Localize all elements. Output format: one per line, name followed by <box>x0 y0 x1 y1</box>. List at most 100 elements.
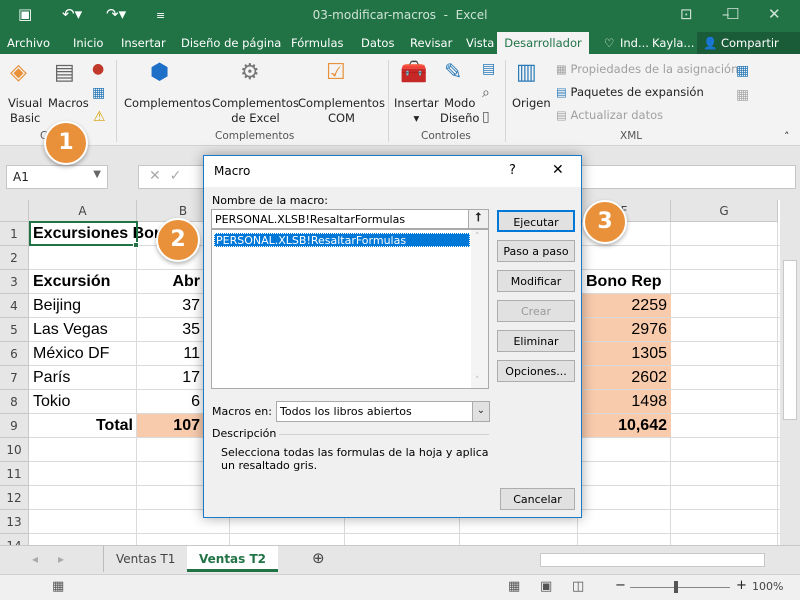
list-scrollbar[interactable]: ˄ ˅ <box>471 230 488 388</box>
step-into-button[interactable]: Paso a paso <box>497 240 575 262</box>
insert-control-button[interactable]: Insertar ▾ <box>394 96 439 126</box>
refresh-data-button[interactable]: ▤ Actualizar datos <box>556 108 663 123</box>
help-button[interactable]: ? <box>509 163 516 178</box>
import-icon[interactable]: ▦ <box>736 58 749 84</box>
map-properties-button[interactable]: ▦ Propiedades de la asignación <box>556 62 738 77</box>
close-icon[interactable]: ✕ <box>768 5 781 23</box>
macros-button[interactable]: Macros <box>48 96 89 111</box>
macro-name-input[interactable]: PERSONAL.XLSB!ResaltarFormulas ⭡ <box>211 209 489 229</box>
edit-button[interactable]: Modificar <box>497 270 575 292</box>
row-header[interactable]: 12 <box>0 486 29 510</box>
cell-f-value[interactable]: 2259 <box>582 294 671 318</box>
cell-city[interactable]: Las Vegas <box>29 318 108 342</box>
cell-b-value[interactable]: 6 <box>137 390 204 414</box>
tab-formulas[interactable]: Fórmulas <box>291 36 344 50</box>
user-name[interactable]: Kayla... <box>652 36 694 50</box>
relative-references-icon[interactable]: ▦ <box>92 80 105 106</box>
tab-archivo[interactable]: Archivo <box>7 36 50 50</box>
com-add-ins-button[interactable]: Complementos COM <box>298 96 385 126</box>
close-icon[interactable]: ✕ <box>552 162 564 178</box>
expansion-packs-button[interactable]: ▤ Paquetes de expansión <box>556 85 704 100</box>
scroll-up-icon[interactable]: ˄ <box>475 232 480 242</box>
fill-handle[interactable] <box>133 242 139 248</box>
cell-f-value[interactable]: 1305 <box>582 342 671 366</box>
undo-icon[interactable]: ↶▾ <box>62 5 82 23</box>
vertical-scrollbar[interactable] <box>780 200 800 545</box>
cell-total-b[interactable]: 107 <box>137 414 204 438</box>
row-header[interactable]: 14 <box>0 534 29 545</box>
sheet-tab-ventas-t1[interactable]: Ventas T1 <box>103 546 189 572</box>
row-header[interactable]: 6 <box>0 342 29 366</box>
zoom-out-icon[interactable]: − <box>615 578 626 593</box>
create-button[interactable]: Crear <box>497 300 575 322</box>
run-dialog-icon[interactable]: ▯ <box>482 104 490 130</box>
options-button[interactable]: Opciones... <box>497 360 575 382</box>
tab-desarrollador[interactable]: Desarrollador <box>497 32 589 54</box>
column-header[interactable]: G <box>671 200 778 222</box>
origen-button[interactable]: Origen <box>512 96 551 111</box>
scroll-down-icon[interactable]: ˅ <box>475 376 480 386</box>
row-header[interactable]: 3 <box>0 270 29 294</box>
cell-f-value[interactable]: 2602 <box>582 366 671 390</box>
visual-basic-button[interactable]: Visual Basic <box>8 96 42 126</box>
row-header[interactable]: 13 <box>0 510 29 534</box>
row-header[interactable]: 11 <box>0 462 29 486</box>
enter-icon[interactable]: ✓ <box>170 168 182 184</box>
cell-city[interactable]: Beijing <box>29 294 81 318</box>
row-header[interactable]: 10 <box>0 438 29 462</box>
record-macro-icon[interactable]: ● <box>92 56 104 82</box>
tab-datos[interactable]: Datos <box>361 36 394 50</box>
cell-total-label[interactable]: Total <box>29 414 137 438</box>
cell-city[interactable]: Tokio <box>29 390 70 414</box>
cell-b-value[interactable]: 35 <box>137 318 204 342</box>
maximize-icon[interactable]: ☐ <box>726 5 739 23</box>
row-header[interactable]: 5 <box>0 318 29 342</box>
cancel-button[interactable]: Cancelar <box>500 488 575 510</box>
page-layout-icon[interactable]: ▣ <box>540 579 552 594</box>
macro-recording-icon[interactable]: ▦ <box>52 579 64 594</box>
cell-b3[interactable]: Abr <box>137 270 204 294</box>
row-header[interactable]: 1 <box>0 222 29 246</box>
macro-security-icon[interactable]: ⚠ <box>93 104 106 130</box>
macro-list[interactable]: PERSONAL.XLSB!ResaltarFormulas ˄ ˅ <box>211 229 489 389</box>
collapse-ribbon-icon[interactable]: ˄ <box>784 124 790 150</box>
name-box[interactable]: A1 ▼ <box>6 165 108 189</box>
row-header[interactable]: 4 <box>0 294 29 318</box>
cell-city[interactable]: México DF <box>29 342 109 366</box>
horizontal-scrollbar[interactable] <box>540 553 765 567</box>
lightbulb-icon[interactable]: ♡ <box>604 36 614 50</box>
share-button[interactable]: 👤 Compartir <box>697 32 800 54</box>
normal-view-icon[interactable]: ▦ <box>508 579 520 594</box>
delete-button[interactable]: Eliminar <box>497 330 575 352</box>
redo-icon[interactable]: ↷▾ <box>106 5 126 23</box>
run-button[interactable]: Ejecutar <box>497 210 575 232</box>
row-header[interactable]: 2 <box>0 246 29 270</box>
zoom-slider-handle[interactable] <box>674 581 678 593</box>
upload-arrow-icon[interactable]: ⭡ <box>468 210 488 228</box>
row-header[interactable]: 9 <box>0 414 29 438</box>
cell-b-value[interactable]: 17 <box>137 366 204 390</box>
row-header[interactable]: 8 <box>0 390 29 414</box>
view-code-icon[interactable]: ⌕ <box>482 80 490 106</box>
cell-b-value[interactable]: 11 <box>137 342 204 366</box>
row-header[interactable]: 7 <box>0 366 29 390</box>
cancel-icon[interactable]: ✕ <box>149 168 161 184</box>
cell-total-f[interactable]: 10,642 <box>582 414 671 438</box>
sheet-next-icon[interactable]: ▸ <box>46 546 76 572</box>
excel-add-ins-button[interactable]: Complementos de Excel <box>212 96 299 126</box>
tab-revisar[interactable]: Revisar <box>410 36 452 50</box>
add-sheet-icon[interactable]: ⊕ <box>300 546 337 572</box>
tab-diseno-pagina[interactable]: Diseño de página <box>181 36 281 50</box>
properties-icon[interactable]: ▤ <box>482 56 495 82</box>
macros-in-select[interactable]: Todos los libros abiertos ⌄ <box>276 401 490 422</box>
column-header[interactable]: A <box>29 200 137 222</box>
tab-vista[interactable]: Vista <box>466 36 494 50</box>
design-mode-button[interactable]: Modo Diseño <box>440 96 479 126</box>
zoom-level[interactable]: 100% <box>752 580 783 593</box>
cell-f-value[interactable]: 2976 <box>582 318 671 342</box>
tab-inicio[interactable]: Inicio <box>73 36 103 50</box>
complementos-button[interactable]: Complementos <box>124 96 211 111</box>
export-icon[interactable]: ▦ <box>736 82 749 108</box>
cell-f3[interactable]: Bono Rep <box>582 270 662 294</box>
cell-a3[interactable]: Excursión <box>29 270 110 294</box>
